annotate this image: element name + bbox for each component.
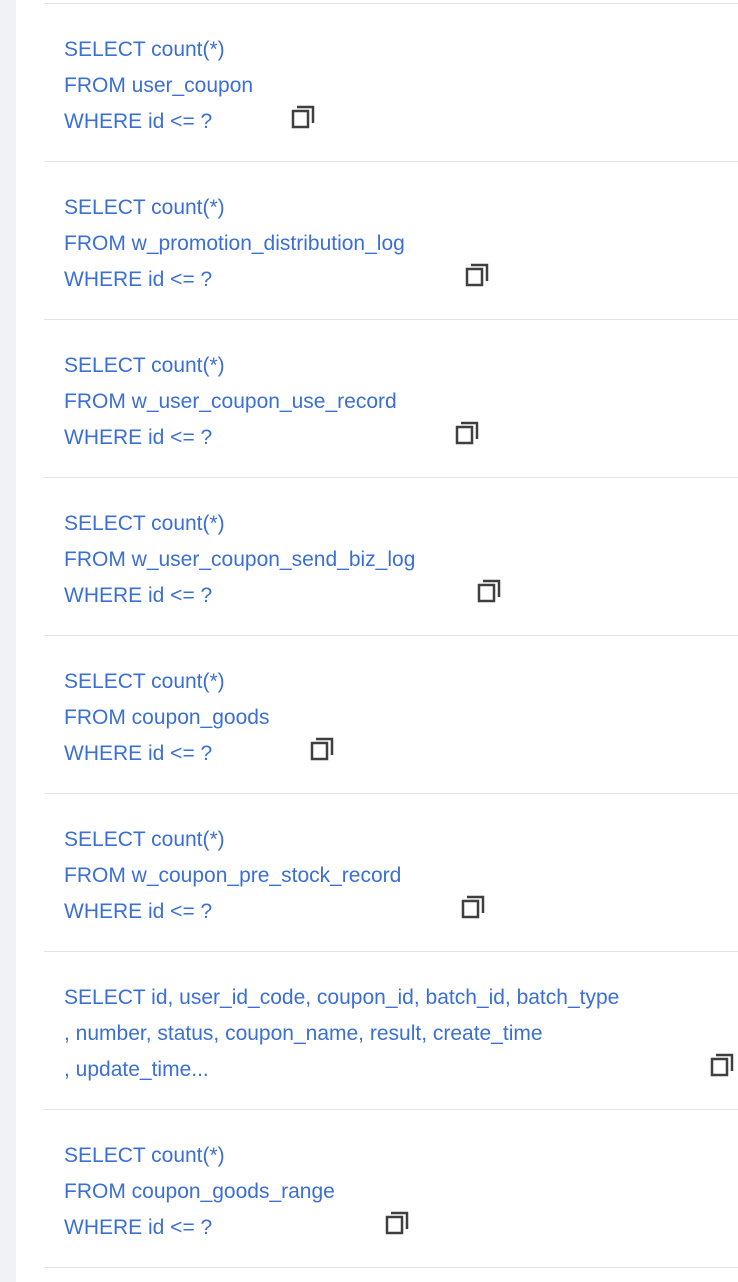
sql-line: SELECT count(*) — [64, 196, 225, 219]
sql-line: WHERE id <= ? — [64, 110, 213, 133]
sql-line: SELECT count(*) — [64, 670, 225, 693]
sql-list-item: SELECT count(*) FROM user_coupon WHERE i… — [44, 4, 738, 162]
copy-icon[interactable] — [454, 420, 480, 446]
copy-icon[interactable] — [464, 262, 490, 288]
sql-statement[interactable]: SELECT count(*) FROM user_coupon WHERE i… — [64, 32, 253, 140]
copy-icon[interactable] — [290, 104, 316, 130]
sql-statement[interactable]: SELECT count(*) FROM coupon_goods_range … — [64, 1138, 335, 1246]
sql-line: FROM user_coupon — [64, 74, 254, 97]
sql-line: WHERE id <= ? — [64, 742, 213, 765]
sql-line: , number, status, coupon_name, result, c… — [64, 1022, 543, 1045]
sql-statement[interactable]: SELECT count(*) FROM w_coupon_pre_stock_… — [64, 822, 401, 930]
sql-list-item: SELECT count(*) FROM w_user_coupon_send_… — [44, 478, 738, 636]
copy-icon[interactable] — [309, 736, 335, 762]
sql-list-item: SELECT count(*) FROM w_coupon_pre_stock_… — [44, 794, 738, 952]
sql-line: FROM coupon_goods_range — [64, 1180, 335, 1203]
left-panel-edge — [0, 0, 16, 1282]
sql-list: SELECT count(*) FROM user_coupon WHERE i… — [44, 0, 738, 1282]
sql-line: SELECT id, user_id_code, coupon_id, batc… — [64, 986, 620, 1009]
sql-line: SELECT count(*) — [64, 38, 225, 61]
sql-line: SELECT count(*) — [64, 1144, 225, 1167]
sql-statement[interactable]: SELECT id, user_id_code, coupon_id, batc… — [64, 980, 619, 1088]
sql-line: , update_time... — [64, 1058, 209, 1081]
sql-list-item: SELECT id, user_id_code, coupon_id, batc… — [44, 952, 738, 1110]
sql-line: FROM coupon_goods — [64, 706, 270, 729]
sql-line: SELECT count(*) — [64, 354, 225, 377]
sql-line: FROM w_promotion_distribution_log — [64, 232, 405, 255]
copy-icon[interactable] — [384, 1210, 410, 1236]
sql-list-item: SELECT count(*) FROM w_promotion_distrib… — [44, 162, 738, 320]
sql-line: FROM w_user_coupon_use_record — [64, 390, 397, 413]
sql-statement[interactable]: SELECT count(*) FROM w_user_coupon_use_r… — [64, 348, 397, 456]
sql-line: WHERE id <= ? — [64, 584, 213, 607]
sql-line: FROM w_coupon_pre_stock_record — [64, 864, 402, 887]
sql-statement[interactable]: SELECT count(*) FROM w_user_coupon_send_… — [64, 506, 415, 614]
sql-line: FROM w_user_coupon_send_biz_log — [64, 548, 416, 571]
copy-icon[interactable] — [476, 578, 502, 604]
sql-list-item: SELECT count(*) FROM w_user_coupon_use_r… — [44, 320, 738, 478]
sql-list-item: SELECT count(*) FROM coupon_goods_range … — [44, 1110, 738, 1268]
sql-line: WHERE id <= ? — [64, 900, 213, 923]
sql-statement[interactable]: SELECT count(*) FROM coupon_goods WHERE … — [64, 664, 269, 772]
sql-statement[interactable]: SELECT count(*) FROM w_promotion_distrib… — [64, 190, 405, 298]
copy-icon[interactable] — [709, 1052, 735, 1078]
copy-icon[interactable] — [460, 894, 486, 920]
sql-list-item: SELECT count(*) FROM coupon_goods WHERE … — [44, 636, 738, 794]
sql-line: SELECT count(*) — [64, 512, 225, 535]
sql-line: SELECT count(*) — [64, 828, 225, 851]
sql-line: WHERE id <= ? — [64, 426, 213, 449]
sql-line: WHERE id <= ? — [64, 268, 213, 291]
sql-line: WHERE id <= ? — [64, 1216, 213, 1239]
